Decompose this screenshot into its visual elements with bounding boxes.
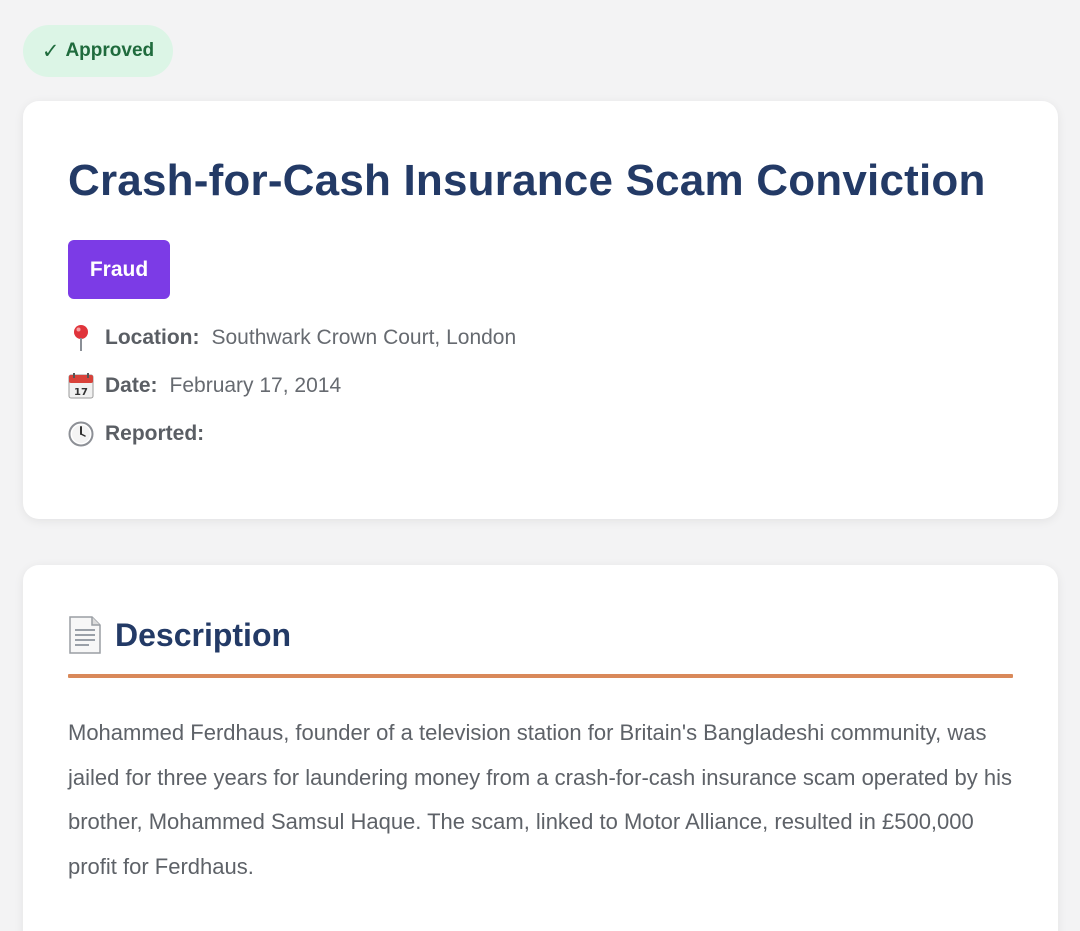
reported-row: Reported: — [67, 420, 216, 448]
date-label: Date: — [105, 374, 158, 397]
description-card: Description Mohammed Ferdhaus, founder o… — [23, 565, 1058, 931]
page: ✓ Approved Crash-for-Cash Insurance Scam… — [0, 0, 1080, 931]
location-label: Location: — [105, 326, 200, 349]
clock-icon — [67, 420, 95, 448]
category-badge[interactable]: Fraud — [68, 240, 170, 299]
location-value: Southwark Crown Court, London — [211, 326, 517, 349]
location-row: Location: Southwark Crown Court, London — [67, 324, 516, 352]
status-badge: ✓ Approved — [23, 25, 173, 77]
date-value: February 17, 2014 — [169, 374, 342, 397]
svg-text:17: 17 — [74, 387, 88, 398]
description-heading-text: Description — [115, 616, 292, 653]
description-heading: Description — [67, 615, 291, 655]
page-title: Crash-for-Cash Insurance Scam Conviction — [68, 156, 986, 205]
calendar-icon: 17 — [67, 372, 95, 400]
divider — [68, 674, 1013, 678]
document-icon — [67, 615, 103, 655]
map-pin-icon — [67, 324, 95, 352]
check-icon: ✓ — [41, 39, 60, 63]
date-row: 17 Date: February 17, 2014 — [67, 372, 341, 400]
description-text: Mohammed Ferdhaus, founder of a televisi… — [68, 720, 1013, 879]
incident-card: Crash-for-Cash Insurance Scam Conviction… — [23, 101, 1058, 519]
status-label: Approved — [65, 40, 155, 61]
reported-label: Reported: — [105, 422, 205, 445]
